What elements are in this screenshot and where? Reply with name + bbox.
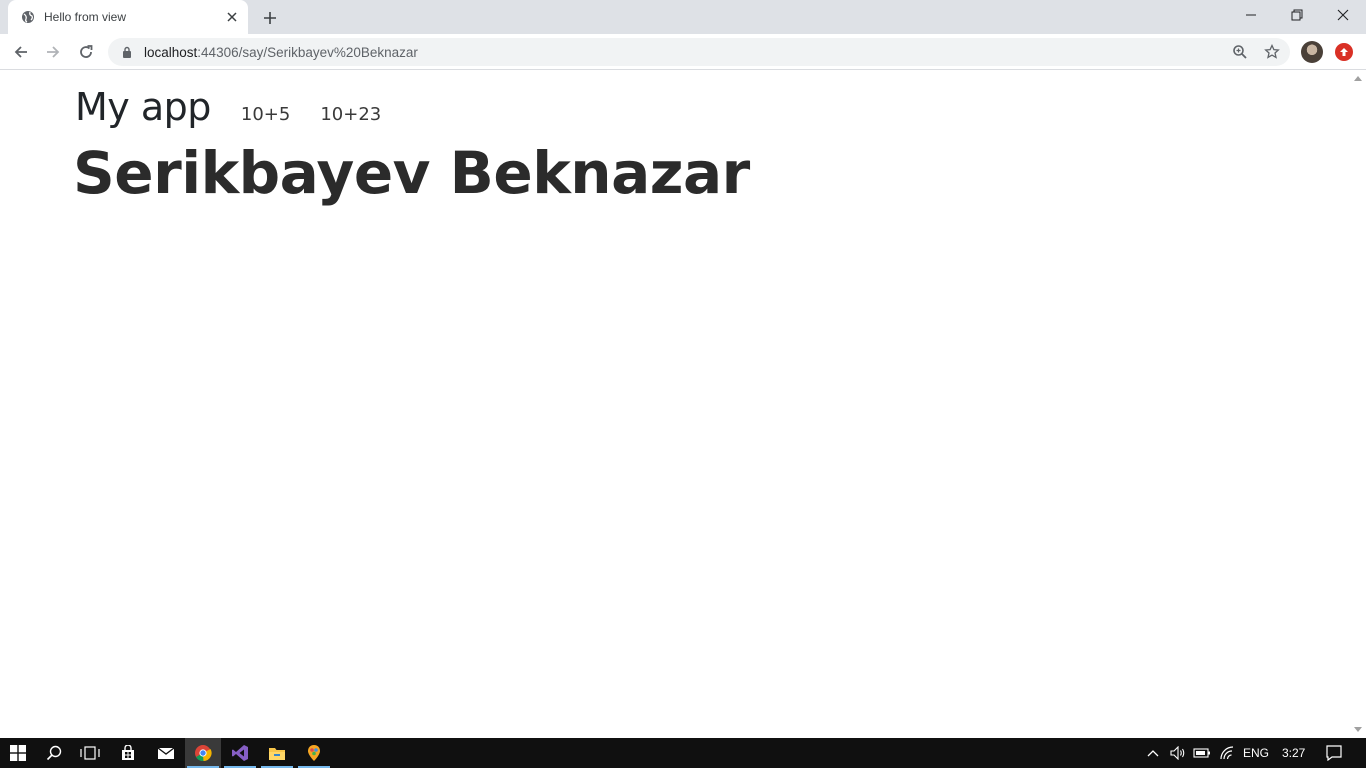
navbar: My app 10+5 10+23	[75, 85, 381, 129]
volume-icon[interactable]	[1166, 738, 1190, 768]
address-bar[interactable]: localhost:44306/say/Serikbayev%20Beknaza…	[108, 38, 1290, 66]
minimize-button[interactable]	[1228, 0, 1274, 30]
windows-start-icon[interactable]	[0, 738, 36, 768]
mail-icon[interactable]	[148, 738, 184, 768]
search-icon[interactable]	[36, 738, 72, 768]
taskbar: ENG 3:27	[0, 738, 1366, 768]
forward-button[interactable]	[39, 38, 67, 66]
close-tab-icon[interactable]	[222, 7, 242, 27]
vertical-scrollbar[interactable]	[1350, 71, 1366, 738]
tab-strip: Hello from view	[0, 0, 1366, 34]
bookmark-star-icon[interactable]	[1262, 42, 1282, 62]
task-view-icon[interactable]	[72, 738, 108, 768]
nav-link-10-plus-5[interactable]: 10+5	[241, 104, 290, 125]
battery-icon[interactable]	[1190, 738, 1214, 768]
nav-link-10-plus-23[interactable]: 10+23	[320, 104, 381, 125]
wifi-icon[interactable]	[1215, 738, 1239, 768]
chrome-taskbar-icon[interactable]	[185, 738, 221, 768]
back-button[interactable]	[7, 38, 35, 66]
visual-studio-icon[interactable]	[222, 738, 258, 768]
new-tab-button[interactable]	[258, 6, 282, 30]
notifications-icon[interactable]	[1318, 738, 1350, 768]
globe-icon	[20, 9, 36, 25]
close-window-button[interactable]	[1320, 0, 1366, 30]
scroll-up-arrow-icon[interactable]	[1354, 76, 1362, 81]
browser-tab[interactable]: Hello from view	[8, 0, 248, 34]
navbar-brand[interactable]: My app	[75, 85, 211, 129]
lock-icon[interactable]	[120, 45, 134, 59]
reload-button[interactable]	[72, 38, 100, 66]
language-indicator[interactable]: ENG	[1243, 738, 1269, 768]
store-icon[interactable]	[110, 738, 146, 768]
page-heading: Serikbayev Beknazar	[73, 139, 750, 207]
zoom-icon[interactable]	[1230, 42, 1250, 62]
scroll-down-arrow-icon[interactable]	[1354, 727, 1362, 732]
chevron-up-icon[interactable]	[1142, 738, 1164, 768]
update-icon[interactable]	[1335, 43, 1353, 61]
tab-title: Hello from view	[44, 10, 127, 24]
url-text[interactable]: localhost:44306/say/Serikbayev%20Beknaza…	[144, 45, 418, 60]
page-viewport: My app 10+5 10+23 Serikbayev Beknazar	[0, 71, 1350, 738]
clock[interactable]: 3:27	[1282, 738, 1305, 768]
file-explorer-icon[interactable]	[259, 738, 295, 768]
restore-button[interactable]	[1274, 0, 1320, 30]
paint-app-icon[interactable]	[296, 738, 332, 768]
browser-toolbar: localhost:44306/say/Serikbayev%20Beknaza…	[0, 34, 1366, 70]
profile-avatar[interactable]	[1301, 41, 1323, 63]
